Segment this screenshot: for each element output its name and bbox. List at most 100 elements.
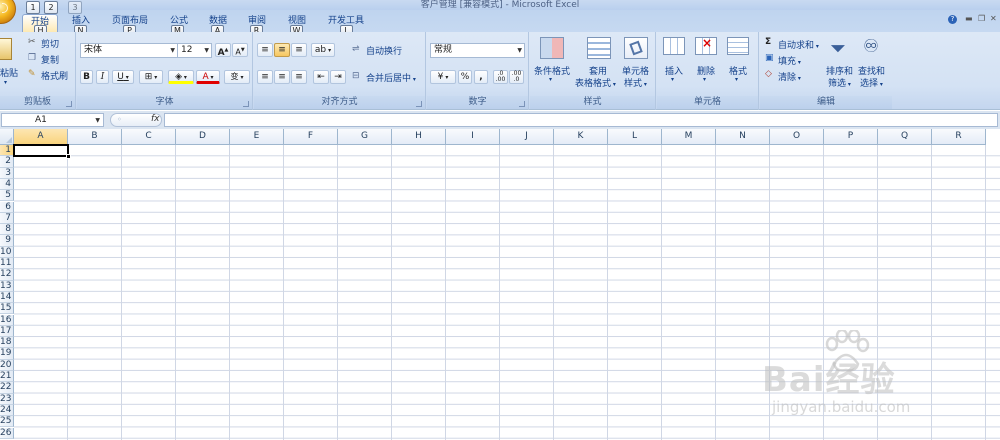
row-header-8[interactable]: 8 (0, 224, 14, 236)
row-header-12[interactable]: 12 (0, 269, 14, 281)
row-header-21[interactable]: 21 (0, 371, 14, 383)
insert-function-button[interactable]: fx (151, 114, 160, 124)
phonetic-button[interactable]: 变 ▾ (224, 70, 250, 84)
paste-button[interactable]: 粘贴 (0, 66, 18, 79)
cut-button[interactable]: 剪切 (41, 37, 59, 50)
wrap-text-button[interactable]: 自动换行 (366, 44, 402, 57)
row-header-7[interactable]: 7 (0, 212, 14, 225)
borders-button[interactable]: ⊞ ▾ (139, 70, 163, 84)
paste-dropdown-icon[interactable]: ▾ (4, 79, 7, 86)
name-box[interactable]: A1 ▼ (1, 113, 104, 127)
restore-icon[interactable]: ❐ (978, 14, 985, 23)
close-icon[interactable]: ✕ (990, 14, 997, 23)
alignment-launcher-icon[interactable] (416, 101, 422, 107)
number-format-combo[interactable]: 常规 ▼ (430, 43, 525, 58)
minimize-icon[interactable]: ▬ (965, 14, 973, 23)
cell-styles-button[interactable]: 样式 ▾ (624, 76, 647, 89)
fill-button[interactable]: 填充 ▾ (778, 54, 801, 67)
align-middle-icon[interactable]: ≡ (274, 43, 290, 57)
row-header-24[interactable]: 24 (0, 404, 14, 417)
formula-input[interactable] (164, 113, 998, 127)
align-top-icon[interactable]: ≡ (257, 43, 273, 57)
row-header-4[interactable]: 4 (0, 178, 14, 191)
font-launcher-icon[interactable] (243, 101, 249, 107)
qat-keytip-1[interactable]: 1 (26, 1, 40, 14)
font-color-button[interactable]: A ▾ (196, 70, 220, 84)
row-header-5[interactable]: 5 (0, 190, 14, 202)
column-header-p[interactable]: P (824, 129, 878, 145)
bold-button[interactable]: B (80, 70, 93, 84)
column-header-i[interactable]: I (446, 129, 500, 145)
align-center-icon[interactable]: ≡ (274, 70, 290, 84)
row-header-13[interactable]: 13 (0, 280, 14, 292)
italic-button[interactable]: I (96, 70, 109, 84)
column-header-f[interactable]: F (284, 129, 338, 145)
row-header-15[interactable]: 15 (0, 303, 14, 315)
clear-button[interactable]: 清除 ▾ (778, 70, 801, 83)
align-left-icon[interactable]: ≡ (257, 70, 273, 84)
find-select-button[interactable]: 选择 ▾ (860, 76, 883, 89)
column-header-k[interactable]: K (554, 129, 608, 145)
decrease-decimal-button[interactable]: .00 .0 (509, 70, 524, 84)
align-bottom-icon[interactable]: ≡ (291, 43, 307, 57)
column-header-d[interactable]: D (176, 129, 230, 145)
row-header-1[interactable]: 1 (0, 145, 14, 157)
row-header-14[interactable]: 14 (0, 291, 14, 304)
underline-button[interactable]: U ▾ (112, 70, 134, 84)
row-header-3[interactable]: 3 (0, 167, 14, 179)
row-header-23[interactable]: 23 (0, 393, 14, 405)
sort-filter-button[interactable]: 筛选 ▾ (828, 76, 851, 89)
increase-indent-icon[interactable]: ⇥ (330, 70, 346, 84)
qat-keytip-3[interactable]: 3 (68, 1, 82, 14)
row-header-9[interactable]: 9 (0, 235, 14, 247)
row-header-10[interactable]: 10 (0, 246, 14, 258)
grow-font-button[interactable]: A▲ (215, 43, 231, 58)
cell-area[interactable] (14, 145, 1000, 440)
column-header-h[interactable]: H (392, 129, 446, 145)
column-header-o[interactable]: O (770, 129, 824, 145)
autosum-button[interactable]: 自动求和 ▾ (778, 38, 819, 51)
column-header-b[interactable]: B (68, 129, 122, 145)
select-all-corner[interactable] (0, 129, 14, 145)
fill-color-button[interactable]: ◈ ▾ (168, 70, 194, 84)
align-right-icon[interactable]: ≡ (291, 70, 307, 84)
column-header-r[interactable]: R (932, 129, 986, 145)
row-header-26[interactable]: 26 (0, 427, 14, 439)
column-header-l[interactable]: L (608, 129, 662, 145)
row-header-11[interactable]: 11 (0, 258, 14, 270)
column-header-j[interactable]: J (500, 129, 554, 145)
clipboard-launcher-icon[interactable] (66, 101, 72, 107)
format-as-table-button[interactable]: 表格格式 ▾ (575, 76, 616, 89)
column-header-n[interactable]: N (716, 129, 770, 145)
shrink-font-button[interactable]: A▼ (232, 43, 248, 57)
column-header-e[interactable]: E (230, 129, 284, 145)
active-cell-a1[interactable] (13, 144, 71, 159)
column-header-g[interactable]: G (338, 129, 392, 145)
row-header-2[interactable]: 2 (0, 156, 14, 168)
comma-button[interactable]: , (474, 70, 488, 84)
column-header-a[interactable]: A (14, 129, 68, 145)
column-header-q[interactable]: Q (878, 129, 932, 145)
row-header-22[interactable]: 22 (0, 382, 14, 394)
row-header-17[interactable]: 17 (0, 325, 14, 338)
paste-icon[interactable] (0, 38, 12, 60)
decrease-indent-icon[interactable]: ⇤ (313, 70, 329, 84)
row-header-20[interactable]: 20 (0, 359, 14, 371)
fill-handle[interactable] (66, 154, 71, 159)
font-name-combo[interactable]: 宋体 ▼ (80, 43, 178, 58)
copy-button[interactable]: 复制 (41, 53, 59, 66)
currency-button[interactable]: ¥ ▾ (430, 70, 456, 84)
number-launcher-icon[interactable] (519, 101, 525, 107)
qat-customize-icon[interactable]: ▾ (98, 0, 102, 2)
percent-button[interactable]: % (458, 70, 472, 84)
orientation-button[interactable]: ab ▾ (311, 43, 335, 57)
column-header-c[interactable]: C (122, 129, 176, 145)
increase-decimal-button[interactable]: .0 .00 (493, 70, 508, 84)
row-header-6[interactable]: 6 (0, 201, 14, 213)
column-header-m[interactable]: M (662, 129, 716, 145)
row-header-18[interactable]: 18 (0, 337, 14, 349)
font-size-combo[interactable]: 12 ▼ (177, 43, 212, 58)
row-header-19[interactable]: 19 (0, 348, 14, 360)
help-icon[interactable]: ? (948, 15, 957, 24)
format-painter-button[interactable]: 格式刷 (41, 69, 68, 82)
